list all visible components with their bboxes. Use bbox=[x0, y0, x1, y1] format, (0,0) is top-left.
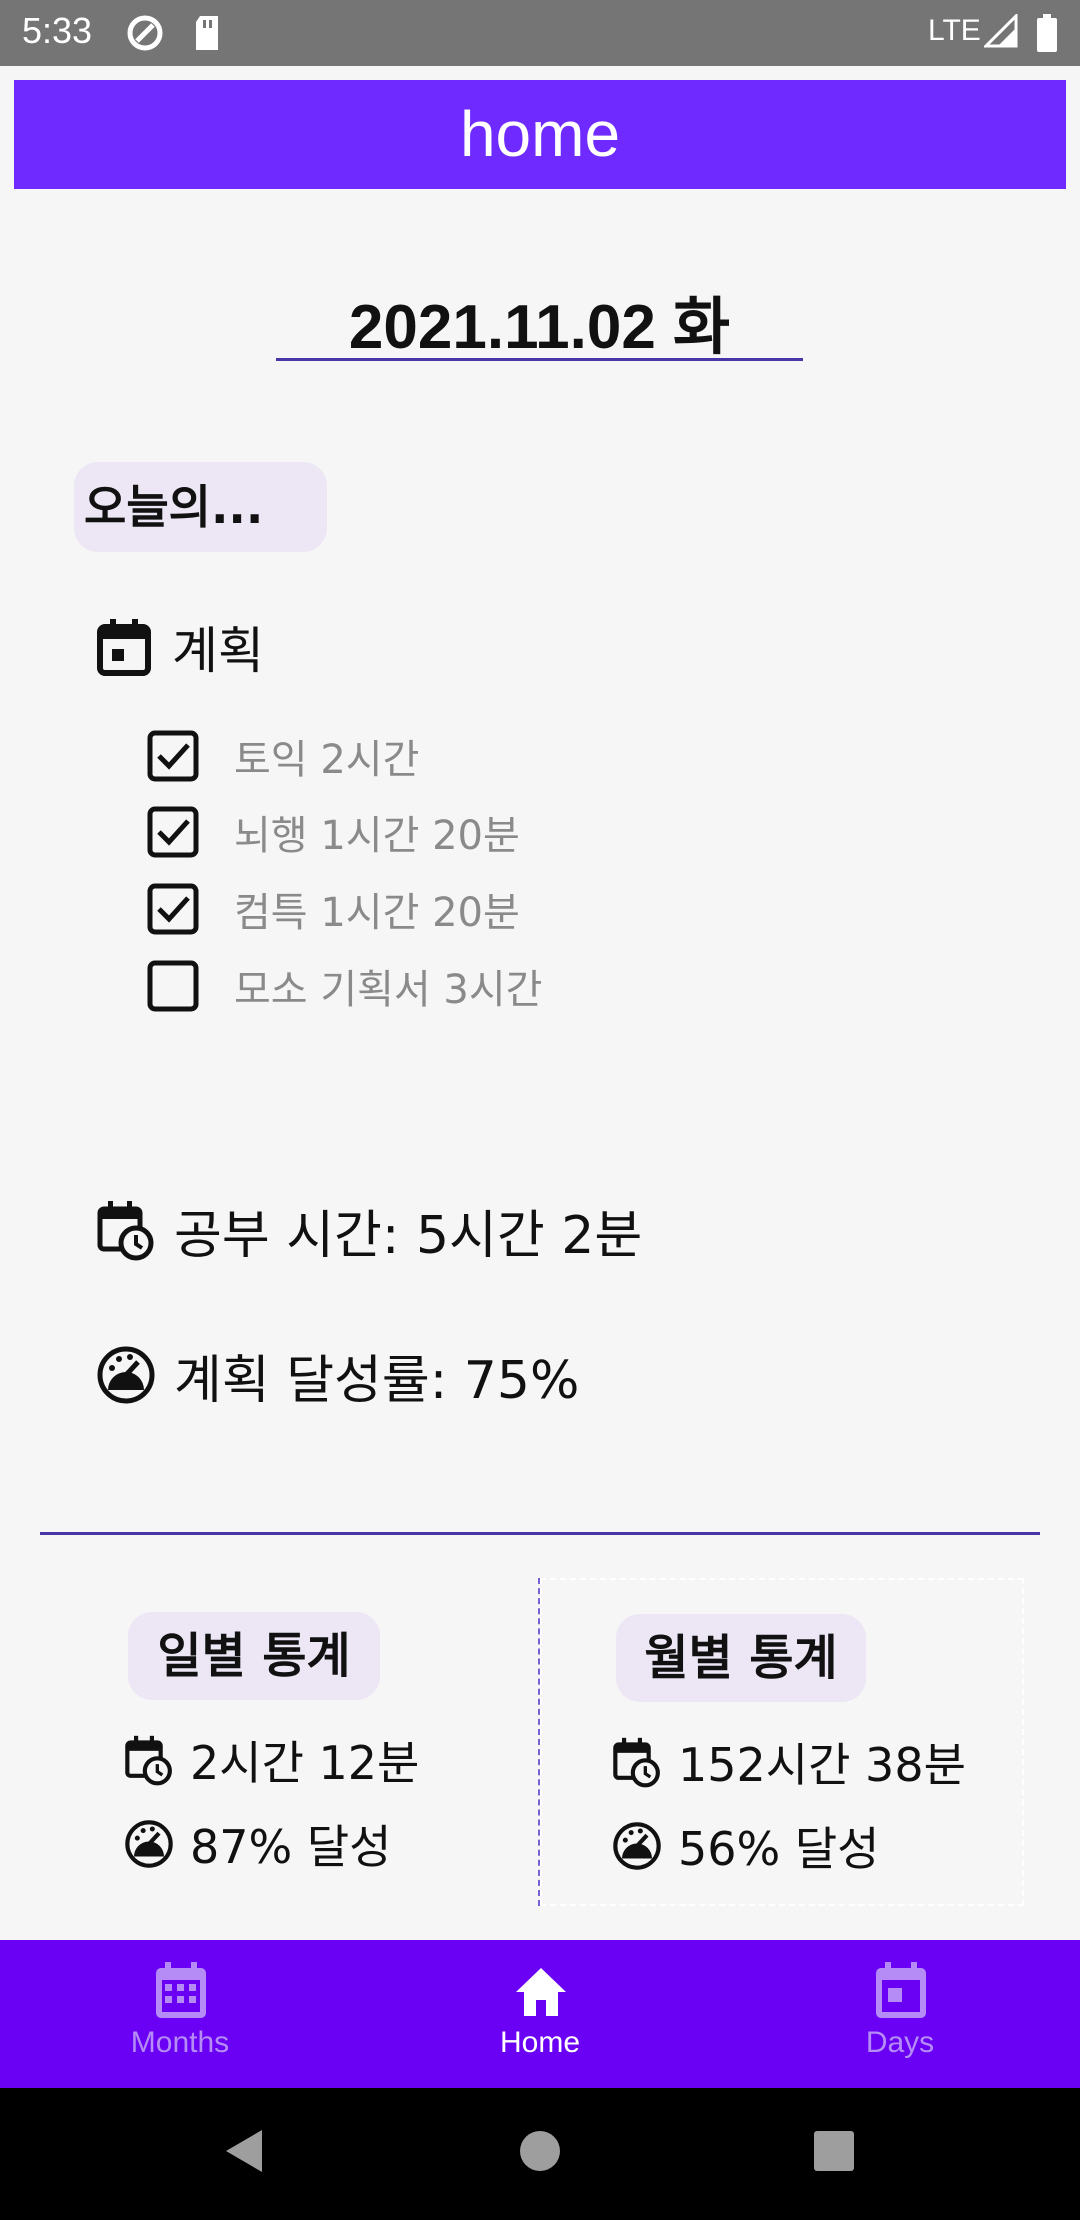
date-underline bbox=[276, 358, 803, 361]
speedometer-icon bbox=[97, 1346, 155, 1404]
daily-rate-text: 87% 달성 bbox=[190, 1820, 392, 1874]
checkbox-checked-icon[interactable] bbox=[146, 805, 200, 859]
system-navigation-bar bbox=[0, 2088, 1080, 2220]
plan-header: 계획 bbox=[96, 612, 264, 682]
daily-time-text: 2시간 12분 bbox=[190, 1736, 420, 1790]
recents-icon[interactable] bbox=[812, 2126, 856, 2176]
speedometer-icon bbox=[125, 1820, 173, 1868]
monthly-stats-chip: 월별 통계 bbox=[616, 1614, 866, 1702]
battery-icon bbox=[1037, 14, 1057, 52]
todo-item[interactable]: 모소 기획서 3시간 bbox=[146, 956, 542, 1016]
nav-days[interactable]: Days bbox=[780, 1940, 1020, 2088]
section-divider bbox=[40, 1532, 1040, 1535]
calendar-event-icon bbox=[97, 619, 151, 676]
monthly-rate-text: 56% 달성 bbox=[678, 1822, 880, 1876]
calendar-clock-icon bbox=[125, 1735, 172, 1786]
achievement-rate: 계획 달성률: 75% bbox=[96, 1340, 580, 1411]
app-bar: home bbox=[14, 80, 1066, 189]
monthly-rate: 56% 달성 bbox=[612, 1816, 880, 1876]
home-icon bbox=[516, 1968, 566, 2016]
calendar-clock-icon bbox=[613, 1737, 660, 1788]
nav-home[interactable]: Home bbox=[420, 1940, 660, 2088]
todo-text: 뇌행 1시간 20분 bbox=[234, 813, 520, 859]
sd-card-icon bbox=[196, 16, 218, 50]
todo-item[interactable]: 컴특 1시간 20분 bbox=[146, 879, 520, 939]
calendar-grid-icon bbox=[156, 1962, 206, 2018]
speedometer-icon bbox=[613, 1822, 661, 1870]
todo-text: 컴특 1시간 20분 bbox=[234, 890, 520, 936]
checkbox-checked-icon[interactable] bbox=[146, 882, 200, 936]
home-button-icon[interactable] bbox=[518, 2126, 562, 2176]
nav-months-label: Months bbox=[130, 2026, 230, 2059]
monthly-time-text: 152시간 38분 bbox=[678, 1738, 966, 1792]
network-type: LTE bbox=[928, 14, 981, 47]
study-time-text: 공부 시간: 5시간 2분 bbox=[174, 1205, 643, 1266]
daily-rate: 87% 달성 bbox=[124, 1814, 392, 1874]
today-chip: 오늘의... bbox=[74, 462, 327, 552]
app-bar-title: home bbox=[459, 98, 621, 170]
nav-home-label: Home bbox=[499, 2026, 581, 2059]
todo-item[interactable]: 뇌행 1시간 20분 bbox=[146, 802, 520, 862]
nav-months[interactable]: Months bbox=[60, 1940, 300, 2088]
study-time: 공부 시간: 5시간 2분 bbox=[96, 1192, 642, 1268]
achievement-text: 계획 달성률: 75% bbox=[174, 1350, 580, 1411]
signal-icon bbox=[984, 14, 1018, 48]
monthly-time: 152시간 38분 bbox=[612, 1732, 966, 1792]
date-field[interactable]: 2021.11.02 화 bbox=[276, 276, 803, 366]
todo-text: 토익 2시간 bbox=[234, 737, 420, 783]
daily-time: 2시간 12분 bbox=[124, 1730, 419, 1790]
plan-label: 계획 bbox=[172, 622, 264, 680]
nav-days-label: Days bbox=[865, 2026, 935, 2059]
checkbox-checked-icon[interactable] bbox=[146, 729, 200, 783]
status-bar: 5:33 LTE bbox=[0, 0, 1080, 66]
todo-item[interactable]: 토익 2시간 bbox=[146, 726, 419, 786]
calendar-day-icon bbox=[876, 1962, 926, 2018]
daily-stats-chip: 일별 통계 bbox=[128, 1612, 380, 1700]
bottom-navigation: Months Home Days bbox=[0, 1940, 1080, 2088]
status-time: 5:33 bbox=[22, 10, 93, 51]
todo-text: 모소 기획서 3시간 bbox=[234, 967, 543, 1013]
back-icon[interactable] bbox=[222, 2126, 266, 2176]
checkbox-unchecked-icon[interactable] bbox=[146, 959, 200, 1013]
at-sign-icon bbox=[127, 15, 163, 51]
calendar-clock-icon bbox=[97, 1201, 154, 1261]
